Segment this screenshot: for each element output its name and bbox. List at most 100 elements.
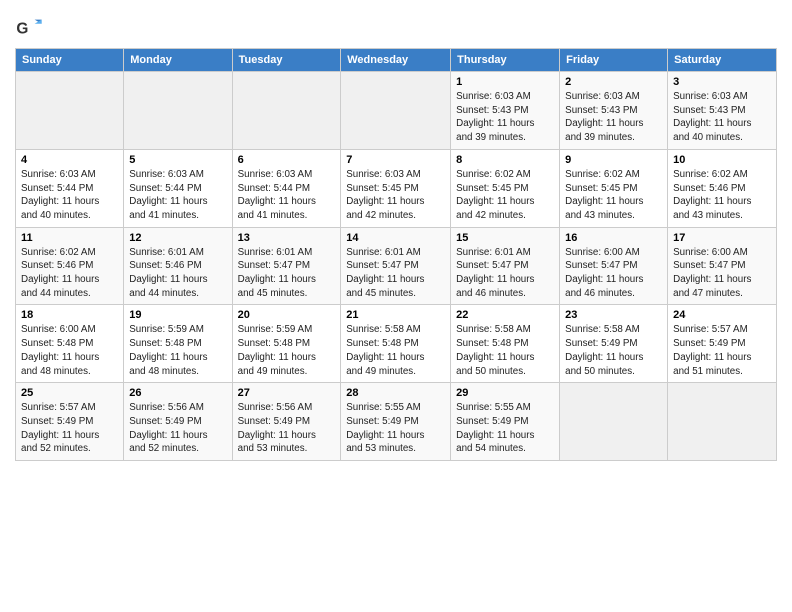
- day-info: Sunrise: 5:55 AMSunset: 5:49 PMDaylight:…: [346, 401, 445, 456]
- calendar-cell-w1d1: 5 Sunrise: 6:03 AMSunset: 5:44 PMDaylight…: [124, 149, 232, 227]
- calendar-cell-w0d2: [232, 72, 341, 150]
- calendar-cell-w3d6: 24 Sunrise: 5:57 AMSunset: 5:49 PMDayligh…: [668, 305, 777, 383]
- calendar-cell-w4d3: 28 Sunrise: 5:55 AMSunset: 5:49 PMDayligh…: [341, 383, 451, 461]
- calendar-cell-w4d4: 29 Sunrise: 5:55 AMSunset: 5:49 PMDayligh…: [451, 383, 560, 461]
- day-number: 8: [456, 154, 554, 166]
- calendar-cell-w3d4: 22 Sunrise: 5:58 AMSunset: 5:48 PMDayligh…: [451, 305, 560, 383]
- day-number: 11: [21, 232, 118, 244]
- day-info: Sunrise: 6:03 AMSunset: 5:43 PMDaylight:…: [456, 90, 554, 145]
- day-number: 2: [565, 76, 662, 88]
- day-info: Sunrise: 5:59 AMSunset: 5:48 PMDaylight:…: [238, 323, 336, 378]
- col-header-saturday: Saturday: [668, 49, 777, 72]
- day-info: Sunrise: 6:00 AMSunset: 5:47 PMDaylight:…: [565, 246, 662, 301]
- day-info: Sunrise: 6:03 AMSunset: 5:43 PMDaylight:…: [565, 90, 662, 145]
- day-info: Sunrise: 6:02 AMSunset: 5:45 PMDaylight:…: [565, 168, 662, 223]
- day-info: Sunrise: 5:59 AMSunset: 5:48 PMDaylight:…: [129, 323, 226, 378]
- day-number: 25: [21, 387, 118, 399]
- day-info: Sunrise: 6:01 AMSunset: 5:47 PMDaylight:…: [238, 246, 336, 301]
- calendar-cell-w0d3: [341, 72, 451, 150]
- col-header-wednesday: Wednesday: [341, 49, 451, 72]
- calendar-cell-w3d3: 21Sunrise: 5:58 AMSunset: 5:48 PMDayligh…: [341, 305, 451, 383]
- calendar-cell-w1d0: 4 Sunrise: 6:03 AMSunset: 5:44 PMDaylight…: [16, 149, 124, 227]
- day-number: 9: [565, 154, 662, 166]
- logo: G: [15, 14, 45, 42]
- calendar-cell-w0d0: [16, 72, 124, 150]
- calendar-cell-w3d0: 18 Sunrise: 6:00 AMSunset: 5:48 PMDayligh…: [16, 305, 124, 383]
- logo-icon: G: [15, 14, 43, 42]
- day-number: 18: [21, 309, 118, 321]
- calendar-cell-w4d0: 25 Sunrise: 5:57 AMSunset: 5:49 PMDayligh…: [16, 383, 124, 461]
- col-header-friday: Friday: [560, 49, 668, 72]
- calendar-cell-w0d1: [124, 72, 232, 150]
- calendar-cell-w0d4: 1 Sunrise: 6:03 AMSunset: 5:43 PMDaylight…: [451, 72, 560, 150]
- day-number: 3: [673, 76, 771, 88]
- col-header-monday: Monday: [124, 49, 232, 72]
- day-number: 10: [673, 154, 771, 166]
- calendar-cell-w1d5: 9 Sunrise: 6:02 AMSunset: 5:45 PMDaylight…: [560, 149, 668, 227]
- calendar-cell-w4d2: 27Sunrise: 5:56 AMSunset: 5:49 PMDayligh…: [232, 383, 341, 461]
- day-info: Sunrise: 5:58 AMSunset: 5:48 PMDaylight:…: [456, 323, 554, 378]
- day-number: 22: [456, 309, 554, 321]
- day-info: Sunrise: 5:57 AMSunset: 5:49 PMDaylight:…: [21, 401, 118, 456]
- calendar-cell-w2d0: 11 Sunrise: 6:02 AMSunset: 5:46 PMDayligh…: [16, 227, 124, 305]
- day-info: Sunrise: 5:55 AMSunset: 5:49 PMDaylight:…: [456, 401, 554, 456]
- col-header-sunday: Sunday: [16, 49, 124, 72]
- calendar-cell-w3d5: 23 Sunrise: 5:58 AMSunset: 5:49 PMDayligh…: [560, 305, 668, 383]
- day-info: Sunrise: 6:03 AMSunset: 5:44 PMDaylight:…: [238, 168, 336, 223]
- calendar: SundayMondayTuesdayWednesdayThursdayFrid…: [15, 48, 777, 461]
- day-info: Sunrise: 6:01 AMSunset: 5:46 PMDaylight:…: [129, 246, 226, 301]
- day-number: 1: [456, 76, 554, 88]
- calendar-cell-w1d6: 10 Sunrise: 6:02 AMSunset: 5:46 PMDayligh…: [668, 149, 777, 227]
- day-info: Sunrise: 6:03 AMSunset: 5:44 PMDaylight:…: [129, 168, 226, 223]
- calendar-cell-w3d1: 19 Sunrise: 5:59 AMSunset: 5:48 PMDayligh…: [124, 305, 232, 383]
- day-number: 23: [565, 309, 662, 321]
- day-number: 7: [346, 154, 445, 166]
- calendar-cell-w2d2: 13Sunrise: 6:01 AMSunset: 5:47 PMDayligh…: [232, 227, 341, 305]
- calendar-cell-w4d1: 26 Sunrise: 5:56 AMSunset: 5:49 PMDayligh…: [124, 383, 232, 461]
- calendar-cell-w2d6: 17 Sunrise: 6:00 AMSunset: 5:47 PMDayligh…: [668, 227, 777, 305]
- day-number: 24: [673, 309, 771, 321]
- day-number: 14: [346, 232, 445, 244]
- day-info: Sunrise: 5:56 AMSunset: 5:49 PMDaylight:…: [129, 401, 226, 456]
- calendar-cell-w2d4: 15Sunrise: 6:01 AMSunset: 5:47 PMDayligh…: [451, 227, 560, 305]
- day-number: 26: [129, 387, 226, 399]
- calendar-cell-w0d5: 2 Sunrise: 6:03 AMSunset: 5:43 PMDaylight…: [560, 72, 668, 150]
- day-number: 21: [346, 309, 445, 321]
- calendar-cell-w3d2: 20 Sunrise: 5:59 AMSunset: 5:48 PMDayligh…: [232, 305, 341, 383]
- calendar-cell-w1d3: 7 Sunrise: 6:03 AMSunset: 5:45 PMDaylight…: [341, 149, 451, 227]
- day-info: Sunrise: 6:02 AMSunset: 5:46 PMDaylight:…: [21, 246, 118, 301]
- day-number: 29: [456, 387, 554, 399]
- day-info: Sunrise: 6:03 AMSunset: 5:45 PMDaylight:…: [346, 168, 445, 223]
- col-header-tuesday: Tuesday: [232, 49, 341, 72]
- day-number: 19: [129, 309, 226, 321]
- calendar-cell-w2d5: 16 Sunrise: 6:00 AMSunset: 5:47 PMDayligh…: [560, 227, 668, 305]
- day-number: 6: [238, 154, 336, 166]
- day-info: Sunrise: 6:01 AMSunset: 5:47 PMDaylight:…: [456, 246, 554, 301]
- day-number: 17: [673, 232, 771, 244]
- calendar-cell-w4d6: [668, 383, 777, 461]
- header: G: [15, 10, 777, 42]
- calendar-cell-w1d4: 8 Sunrise: 6:02 AMSunset: 5:45 PMDaylight…: [451, 149, 560, 227]
- svg-text:G: G: [16, 21, 28, 38]
- day-number: 5: [129, 154, 226, 166]
- day-number: 4: [21, 154, 118, 166]
- calendar-cell-w1d2: 6 Sunrise: 6:03 AMSunset: 5:44 PMDaylight…: [232, 149, 341, 227]
- day-info: Sunrise: 6:03 AMSunset: 5:44 PMDaylight:…: [21, 168, 118, 223]
- day-info: Sunrise: 5:58 AMSunset: 5:49 PMDaylight:…: [565, 323, 662, 378]
- calendar-cell-w2d3: 14Sunrise: 6:01 AMSunset: 5:47 PMDayligh…: [341, 227, 451, 305]
- calendar-cell-w0d6: 3 Sunrise: 6:03 AMSunset: 5:43 PMDaylight…: [668, 72, 777, 150]
- calendar-cell-w2d1: 12 Sunrise: 6:01 AMSunset: 5:46 PMDayligh…: [124, 227, 232, 305]
- day-info: Sunrise: 6:03 AMSunset: 5:43 PMDaylight:…: [673, 90, 771, 145]
- day-info: Sunrise: 6:02 AMSunset: 5:45 PMDaylight:…: [456, 168, 554, 223]
- day-number: 12: [129, 232, 226, 244]
- day-number: 20: [238, 309, 336, 321]
- col-header-thursday: Thursday: [451, 49, 560, 72]
- calendar-cell-w4d5: [560, 383, 668, 461]
- day-info: Sunrise: 6:00 AMSunset: 5:47 PMDaylight:…: [673, 246, 771, 301]
- day-number: 27: [238, 387, 336, 399]
- day-info: Sunrise: 6:02 AMSunset: 5:46 PMDaylight:…: [673, 168, 771, 223]
- day-info: Sunrise: 5:57 AMSunset: 5:49 PMDaylight:…: [673, 323, 771, 378]
- day-number: 16: [565, 232, 662, 244]
- day-info: Sunrise: 6:00 AMSunset: 5:48 PMDaylight:…: [21, 323, 118, 378]
- day-number: 28: [346, 387, 445, 399]
